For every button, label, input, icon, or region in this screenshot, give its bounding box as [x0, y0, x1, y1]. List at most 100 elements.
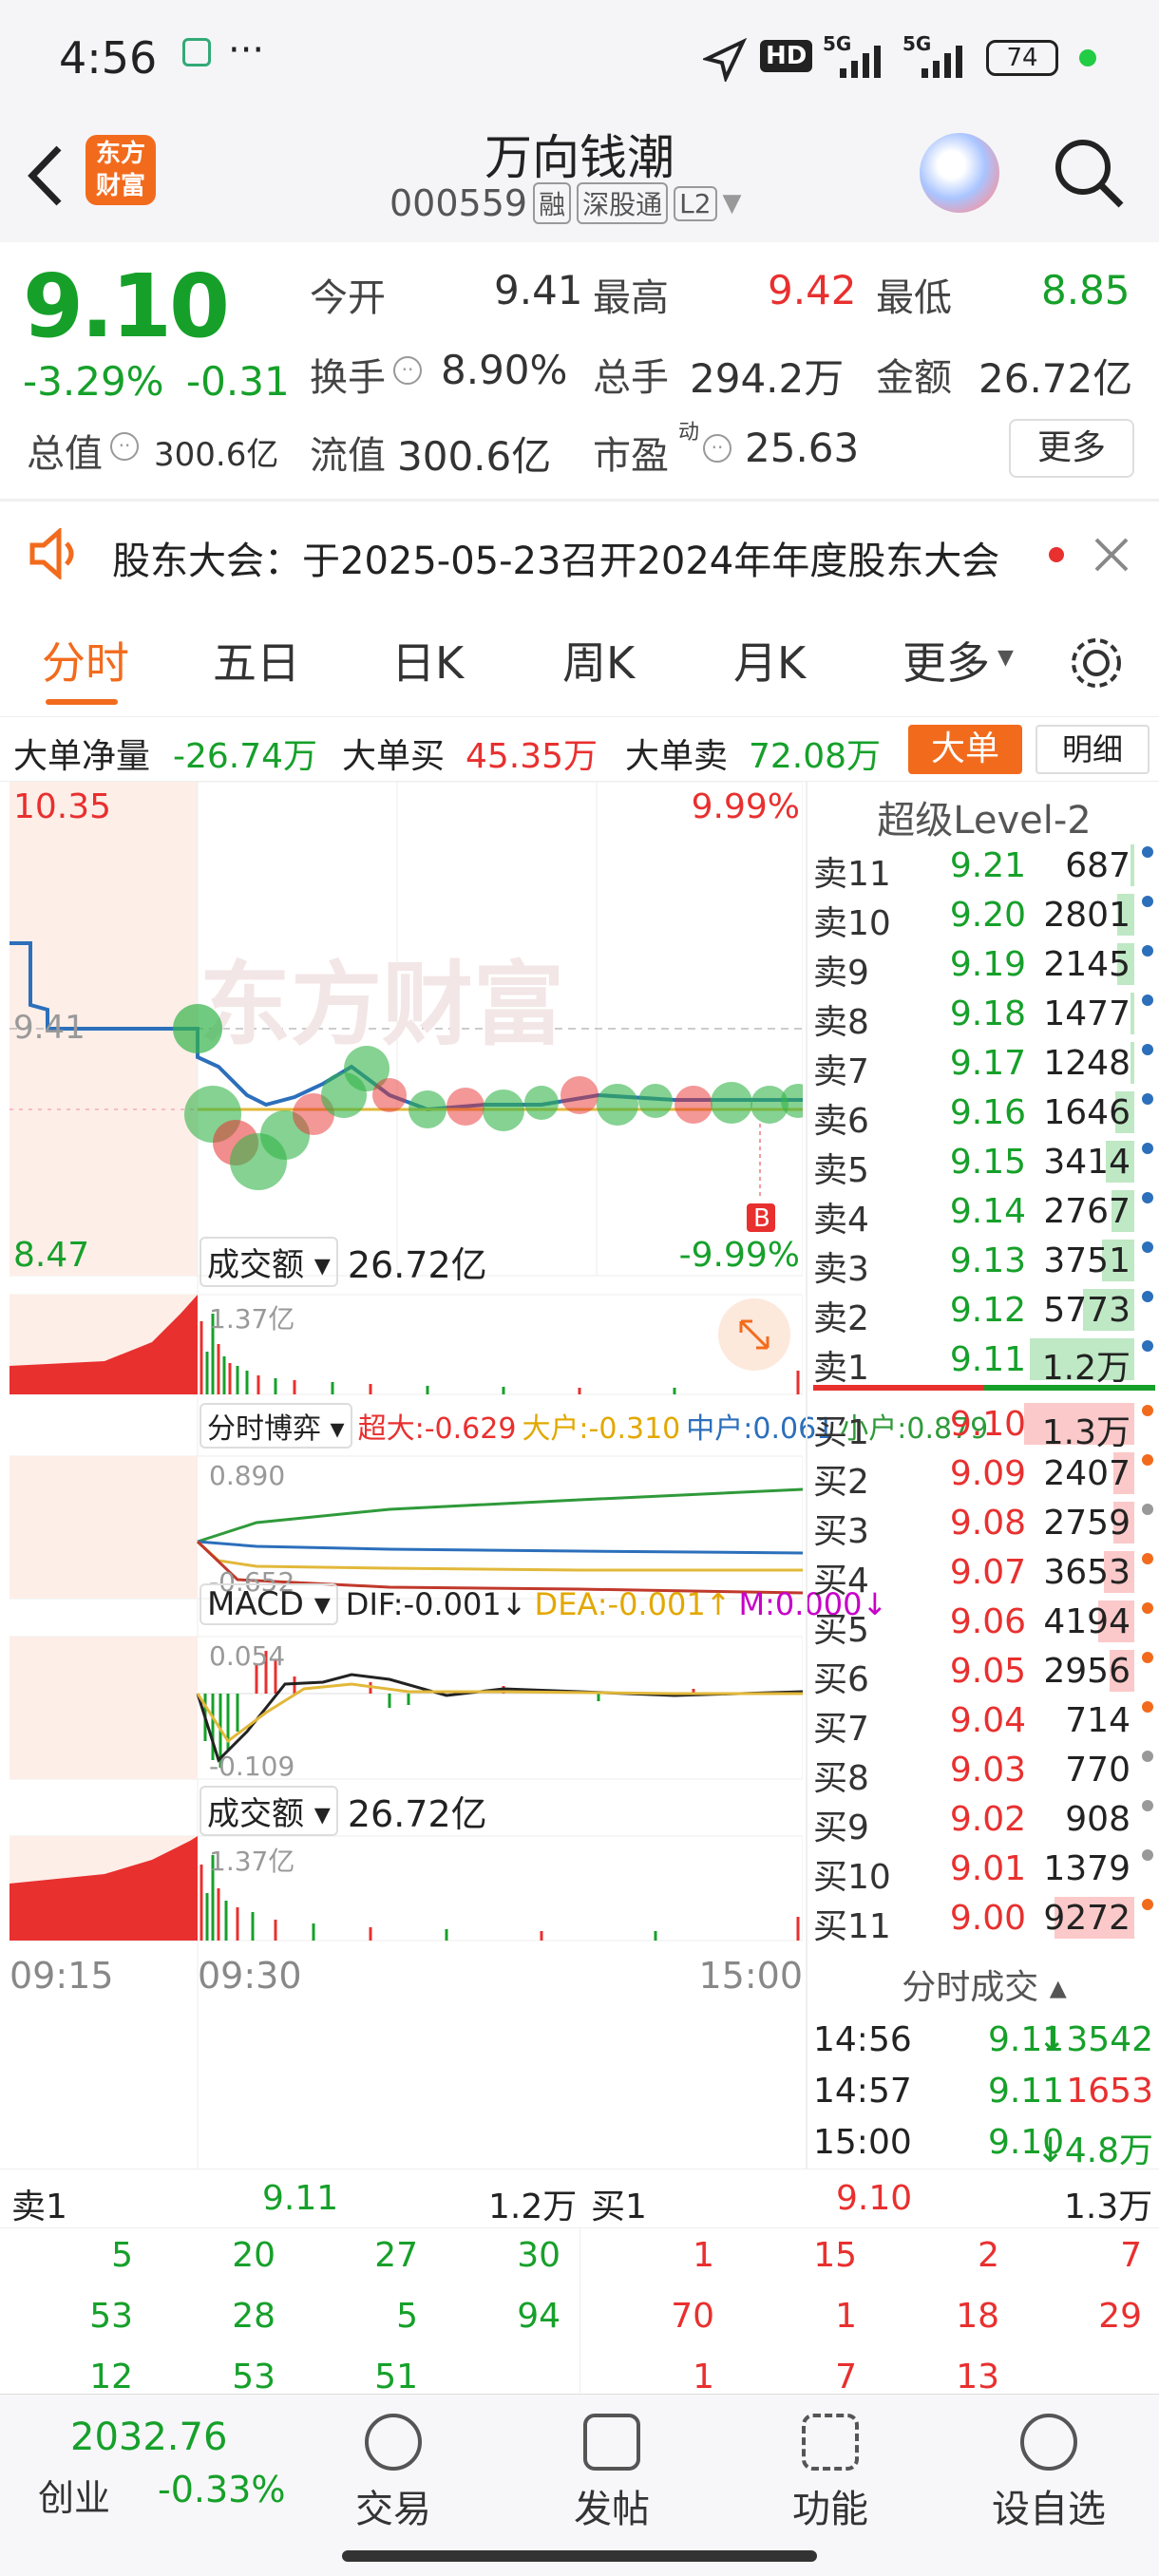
speaker-icon [29, 528, 74, 579]
bid-volume: 770 [1065, 1751, 1130, 1790]
trades-title[interactable]: 分时成交 ▴ [808, 1960, 1159, 2009]
game-selector[interactable]: 分时博弈 ▾ [200, 1403, 352, 1449]
nav-add-watch[interactable]: 设自选 [973, 2414, 1125, 2533]
buy-queue-cell: 7 [1120, 2236, 1142, 2275]
ask-row[interactable]: 卖5 9.15 3414 [808, 1137, 1159, 1190]
bid-price: 9.10 [949, 1405, 1026, 1444]
info-icon[interactable]: ·· [393, 356, 422, 385]
stock-code-row: 000559 融 深股通 L2 ▼ [390, 182, 742, 224]
ask-row[interactable]: 卖6 9.16 1646 [808, 1088, 1159, 1141]
sell-queue-cell: 53 [89, 2297, 133, 2336]
dropdown-icon[interactable]: ▼ [723, 189, 742, 218]
location-icon [703, 38, 747, 82]
vol2-selector[interactable]: 成交额 ▾ [200, 1786, 338, 1836]
ask-row[interactable]: 卖10 9.20 2801 [808, 890, 1159, 943]
bid-row[interactable]: 买1 9.10 1.3万 [808, 1399, 1159, 1452]
ask-row[interactable]: 卖9 9.19 2145 [808, 939, 1159, 993]
info-icon[interactable]: ·· [703, 434, 732, 463]
bid-row[interactable]: 买10 9.01 1379 [808, 1844, 1159, 1897]
b-marker: B [753, 1204, 770, 1233]
chart-svg: 东方财富 B 10.35 9.41 8.47 9.99% -9.99% 1.37… [9, 781, 815, 2169]
bid-row[interactable]: 买6 9.05 2956 [808, 1646, 1159, 1699]
more-dots-icon [1020, 2414, 1077, 2471]
ask-row[interactable]: 卖11 9.21 687 [808, 841, 1159, 894]
bid-status-dot [1142, 1751, 1153, 1762]
tab-daily-k[interactable]: 日K [391, 629, 464, 691]
ask-row[interactable]: 卖2 9.12 5773 [808, 1285, 1159, 1338]
nav-trade-label: 交易 [355, 2488, 431, 2531]
info-icon[interactable]: ·· [110, 432, 139, 461]
ask-row[interactable]: 卖3 9.13 3751 [808, 1236, 1159, 1289]
bid-row[interactable]: 买2 9.09 2407 [808, 1449, 1159, 1502]
notice-text: 股东大会：于2025-05-23召开2024年年度股东大会 [112, 540, 1000, 583]
robot-assistant-icon[interactable] [920, 133, 999, 213]
bid-row[interactable]: 买4 9.07 3653 [808, 1547, 1159, 1601]
ask-level: 卖2 [813, 1299, 869, 1338]
ask-volume: 2801 [1043, 896, 1130, 935]
vol-selector[interactable]: 成交额 ▾ [200, 1237, 338, 1287]
queue-sell-grid: 5 20 27 30 53 28 5 94 12 53 51 [0, 2236, 580, 2393]
ask-price: 9.11 [949, 1340, 1026, 1379]
grid-icon [802, 2414, 859, 2471]
status-bar: 4:56 ··· HD 5G 5G 74 [0, 0, 1159, 114]
ask-row[interactable]: 卖4 9.14 2767 [808, 1186, 1159, 1240]
gear-icon[interactable] [1066, 633, 1127, 693]
big-order-button[interactable]: 大单 [908, 725, 1022, 774]
bid-row[interactable]: 买11 9.00 9272 [808, 1893, 1159, 1946]
detail-button[interactable]: 明细 [1036, 725, 1150, 774]
index-pct[interactable]: -0.33% [158, 2469, 285, 2510]
buy-queue-cell: 1 [693, 2236, 714, 2275]
bid-row[interactable]: 买5 9.06 4194 [808, 1597, 1159, 1650]
tab-monthly-k[interactable]: 月K [733, 629, 806, 691]
macd-selector[interactable]: MACD ▾ [200, 1583, 338, 1625]
ask-row[interactable]: 卖7 9.17 1248 [808, 1038, 1159, 1091]
game-large: 大户:-0.310 [522, 1412, 681, 1446]
unread-dot [1049, 547, 1064, 562]
trade-row: 15:00 9.10 ↓4.8万 [808, 2117, 1159, 2170]
index-value[interactable]: 2032.76 [70, 2415, 227, 2459]
ask-price: 9.13 [949, 1241, 1026, 1280]
close-icon[interactable] [1092, 536, 1130, 574]
bid-row[interactable]: 买3 9.08 2759 [808, 1498, 1159, 1551]
tab-weekly-k[interactable]: 周K [562, 629, 635, 691]
bid-row[interactable]: 买9 9.02 908 [808, 1794, 1159, 1847]
ask-status-dot [1142, 945, 1153, 957]
intraday-chart[interactable]: 东方财富 B 10.35 9.41 8.47 9.99% -9.99% 1.37… [9, 781, 988, 2169]
tab-five-day[interactable]: 五日 [213, 629, 300, 691]
tab-indicator [46, 699, 118, 705]
ask-status-dot [1142, 1044, 1153, 1055]
trade-volume: 1653 [1066, 2072, 1153, 2111]
ask-status-dot [1142, 1192, 1153, 1203]
change-pct: -3.29% [23, 358, 164, 405]
nav-function[interactable]: 功能 [754, 2414, 906, 2533]
bid-row[interactable]: 买7 9.04 714 [808, 1695, 1159, 1749]
queue-sell-vol: 1.2万 [488, 2188, 578, 2226]
ask-level: 卖6 [813, 1102, 869, 1141]
bid-row[interactable]: 买8 9.03 770 [808, 1745, 1159, 1798]
more-button[interactable]: 更多 [1009, 419, 1134, 478]
hd-icon: HD [760, 40, 813, 72]
notice-bar[interactable]: 股东大会：于2025-05-23召开2024年年度股东大会 [0, 502, 1159, 606]
ask-row[interactable]: 卖8 9.18 1477 [808, 989, 1159, 1042]
turnover-label: 换手 [310, 356, 386, 400]
search-icon[interactable] [1051, 135, 1127, 211]
bid-status-dot [1142, 1899, 1153, 1910]
nav-trade[interactable]: 交易 [317, 2414, 469, 2533]
home-icon [182, 38, 211, 66]
mcap-value: 300.6亿 [154, 436, 279, 474]
ask-price: 9.20 [949, 896, 1026, 935]
battery-icon: 74 [986, 40, 1058, 76]
ask-level: 卖5 [813, 1151, 869, 1190]
macd-panel-header: MACD ▾ DIF:-0.001↓ DEA:-0.001↑ M:0.000↓ [200, 1583, 887, 1625]
macd-min-label: -0.109 [209, 1751, 294, 1782]
tab-more[interactable]: 更多 [902, 629, 990, 691]
book-divider [813, 1385, 1155, 1391]
index-name[interactable]: 创业 [38, 2469, 110, 2521]
nav-post[interactable]: 发帖 [536, 2414, 688, 2533]
vol-max-label: 1.37亿 [209, 1303, 294, 1335]
tab-intraday[interactable]: 分时 [42, 629, 129, 691]
bid-price: 9.09 [949, 1454, 1026, 1493]
bid-level: 买11 [813, 1907, 891, 1946]
bid-level: 买4 [813, 1562, 869, 1601]
ask-row[interactable]: 卖1 9.11 1.2万 [808, 1335, 1159, 1388]
